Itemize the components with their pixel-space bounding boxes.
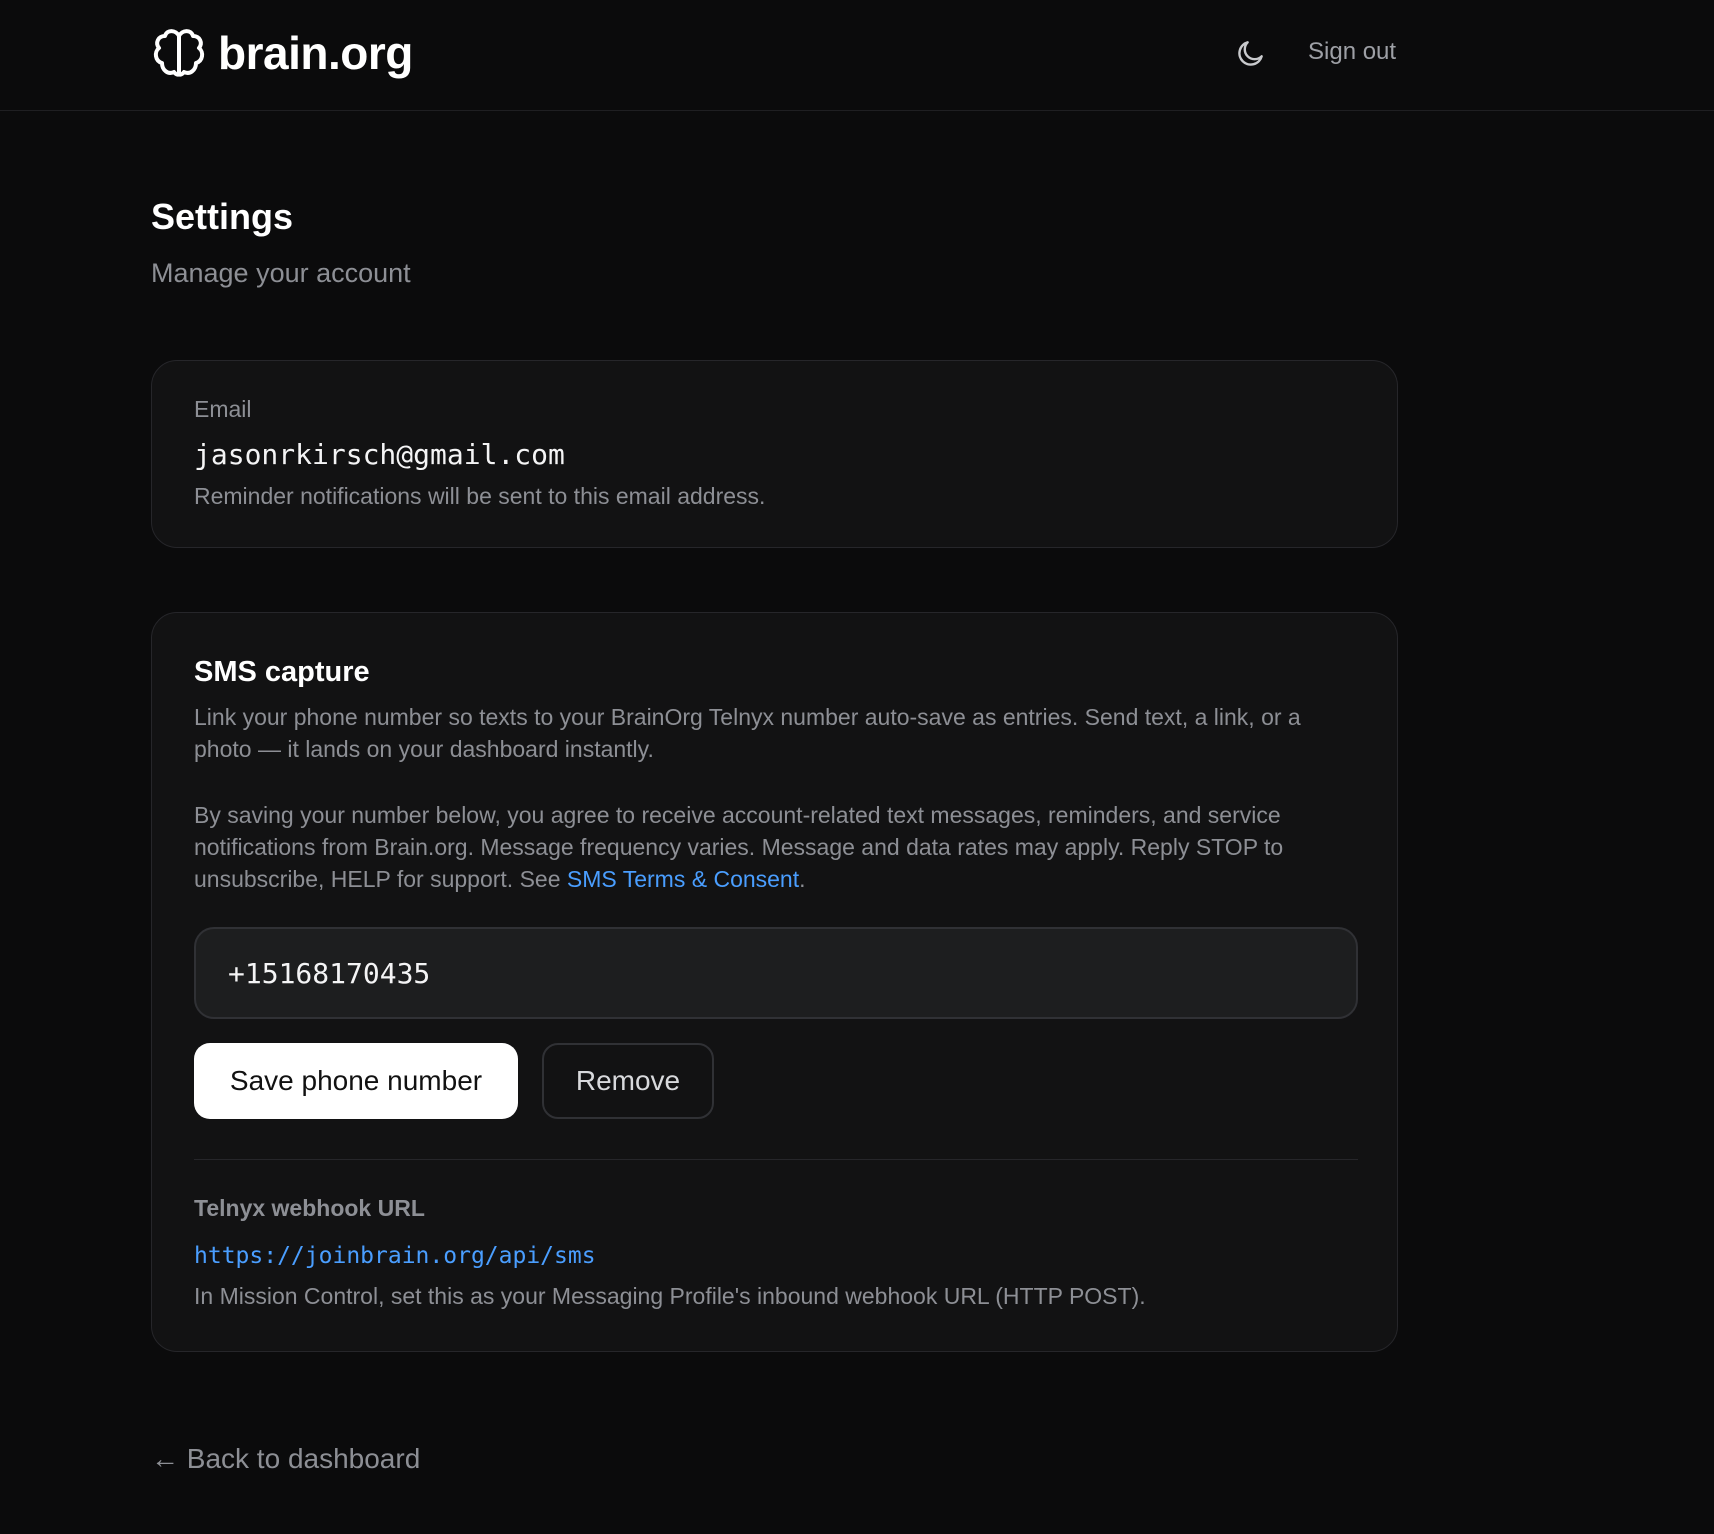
page-subtitle: Manage your account	[151, 258, 411, 288]
sign-out-button[interactable]: Sign out	[1308, 38, 1396, 66]
sms-terms-link[interactable]: SMS Terms & Consent	[567, 866, 799, 892]
back-to-dashboard-link[interactable]: ← Back to dashboard	[151, 1443, 420, 1475]
sms-card-title: SMS capture	[194, 656, 370, 688]
webhook-url[interactable]: https://joinbrain.org/api/sms	[194, 1243, 596, 1269]
brain-icon	[153, 29, 205, 77]
email-card: Email jasonrkirsch@gmail.com Reminder no…	[151, 360, 1398, 548]
sms-consent-suffix: .	[799, 866, 806, 892]
phone-number-input[interactable]	[194, 927, 1358, 1019]
email-help-text: Reminder notifications will be sent to t…	[194, 483, 766, 509]
webhook-help-text: In Mission Control, set this as your Mes…	[194, 1283, 1146, 1309]
page-title: Settings	[151, 196, 294, 237]
email-value: jasonrkirsch@gmail.com	[194, 438, 565, 471]
theme-toggle-button[interactable]	[1234, 36, 1268, 70]
divider	[194, 1159, 1358, 1160]
email-label: Email	[194, 396, 252, 422]
sms-description: Link your phone number so texts to your …	[194, 704, 1301, 762]
logo-text: brain.org	[218, 27, 413, 79]
webhook-label: Telnyx webhook URL	[194, 1195, 425, 1221]
sms-capture-card: SMS capture Link your phone number so te…	[151, 612, 1398, 1352]
sms-consent-text: By saving your number below, you agree t…	[194, 799, 1364, 895]
remove-phone-button[interactable]: Remove	[542, 1043, 714, 1119]
logo[interactable]: brain.org	[150, 24, 413, 82]
save-phone-button[interactable]: Save phone number	[194, 1043, 518, 1119]
top-bar: brain.org Sign out	[0, 0, 1714, 111]
moon-icon	[1238, 41, 1263, 66]
